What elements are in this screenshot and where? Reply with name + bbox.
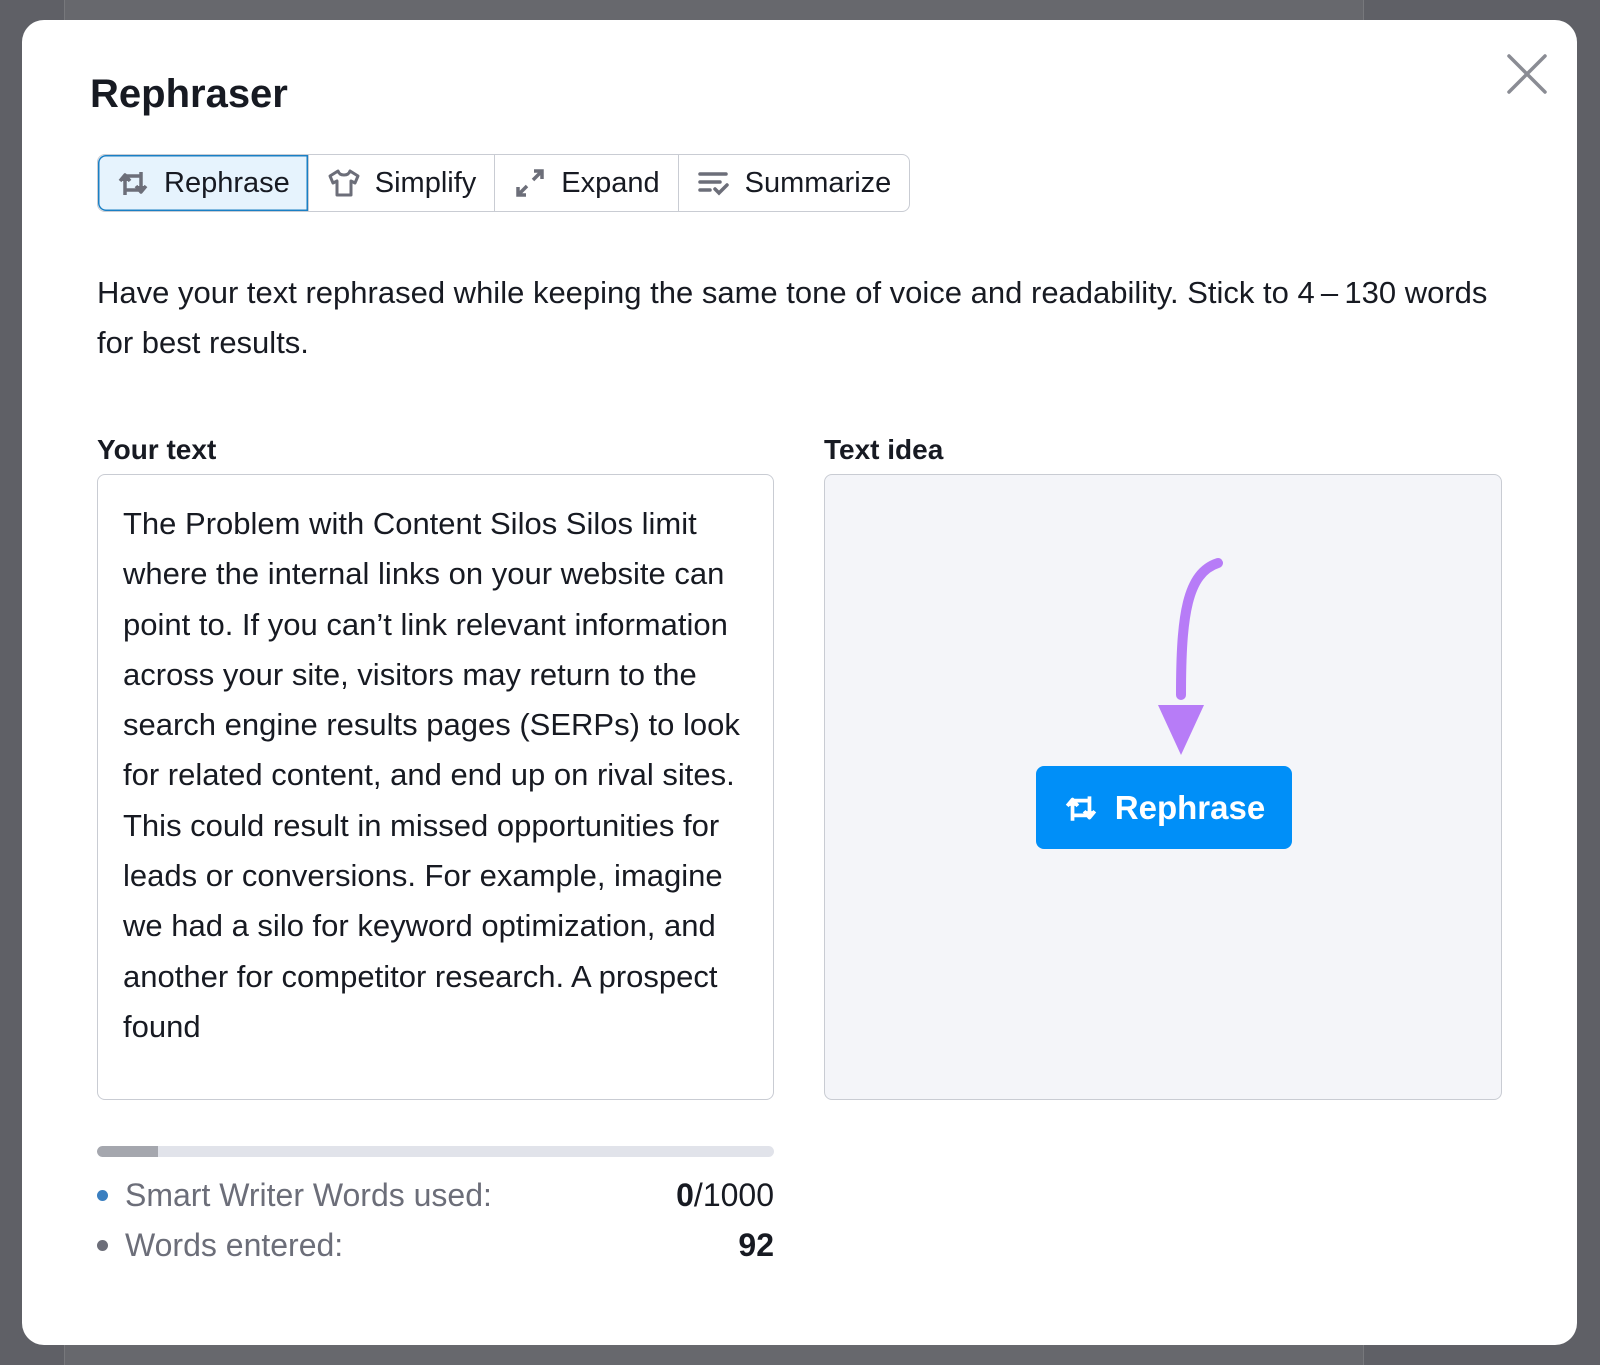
- description: Have your text rephrased while keeping t…: [97, 275, 1488, 360]
- word-usage-progress: [97, 1146, 774, 1157]
- text-idea-label: Text idea: [824, 434, 944, 465]
- arrow-annotation-icon: [1158, 558, 1223, 755]
- words-limit: /1000: [693, 1177, 774, 1213]
- modal-title: Rephraser: [90, 72, 288, 116]
- smart-writer-label: Smart Writer Words used:: [125, 1177, 492, 1213]
- your-text-label: Your text: [97, 434, 217, 465]
- progress-fill: [97, 1146, 158, 1157]
- words-entered-stat: Words entered: 92: [97, 1227, 774, 1264]
- tab-label: Summarize: [744, 166, 892, 199]
- tab-summarize[interactable]: Summarize: [679, 155, 910, 211]
- rephrase-button-label: Rephrase: [1114, 788, 1266, 826]
- close-icon[interactable]: [1505, 52, 1549, 96]
- bullet-icon: [97, 1190, 108, 1201]
- expand-icon: [516, 169, 545, 197]
- words-used: 0: [676, 1177, 694, 1213]
- words-entered-label: Words entered:: [125, 1227, 344, 1263]
- bullet-icon: [97, 1240, 108, 1251]
- rephraser-modal: Rephraser Rephrase Simplify Expand Summa…: [22, 20, 1577, 1345]
- words-entered-value: 92: [738, 1227, 774, 1263]
- tab-expand[interactable]: Expand: [495, 155, 679, 211]
- rephrase-button[interactable]: Rephrase: [1036, 766, 1292, 849]
- text-idea-panel: Rephrase: [824, 474, 1502, 1100]
- mode-tabs: Rephrase Simplify Expand Summarize: [97, 154, 911, 212]
- rephrase-icon: [118, 172, 148, 195]
- smart-writer-usage: Smart Writer Words used: 0/1000: [97, 1177, 774, 1214]
- summarize-icon: [697, 172, 729, 196]
- tshirt-icon: [328, 169, 360, 197]
- tab-rephrase[interactable]: Rephrase: [98, 155, 309, 211]
- tab-simplify[interactable]: Simplify: [309, 155, 496, 211]
- rephrase-icon: [1065, 795, 1096, 821]
- tab-label: Simplify: [374, 166, 477, 199]
- your-text-input[interactable]: The Problem with Content Silos Silos lim…: [97, 474, 774, 1100]
- tab-label: Rephrase: [164, 166, 290, 199]
- tab-label: Expand: [561, 166, 660, 199]
